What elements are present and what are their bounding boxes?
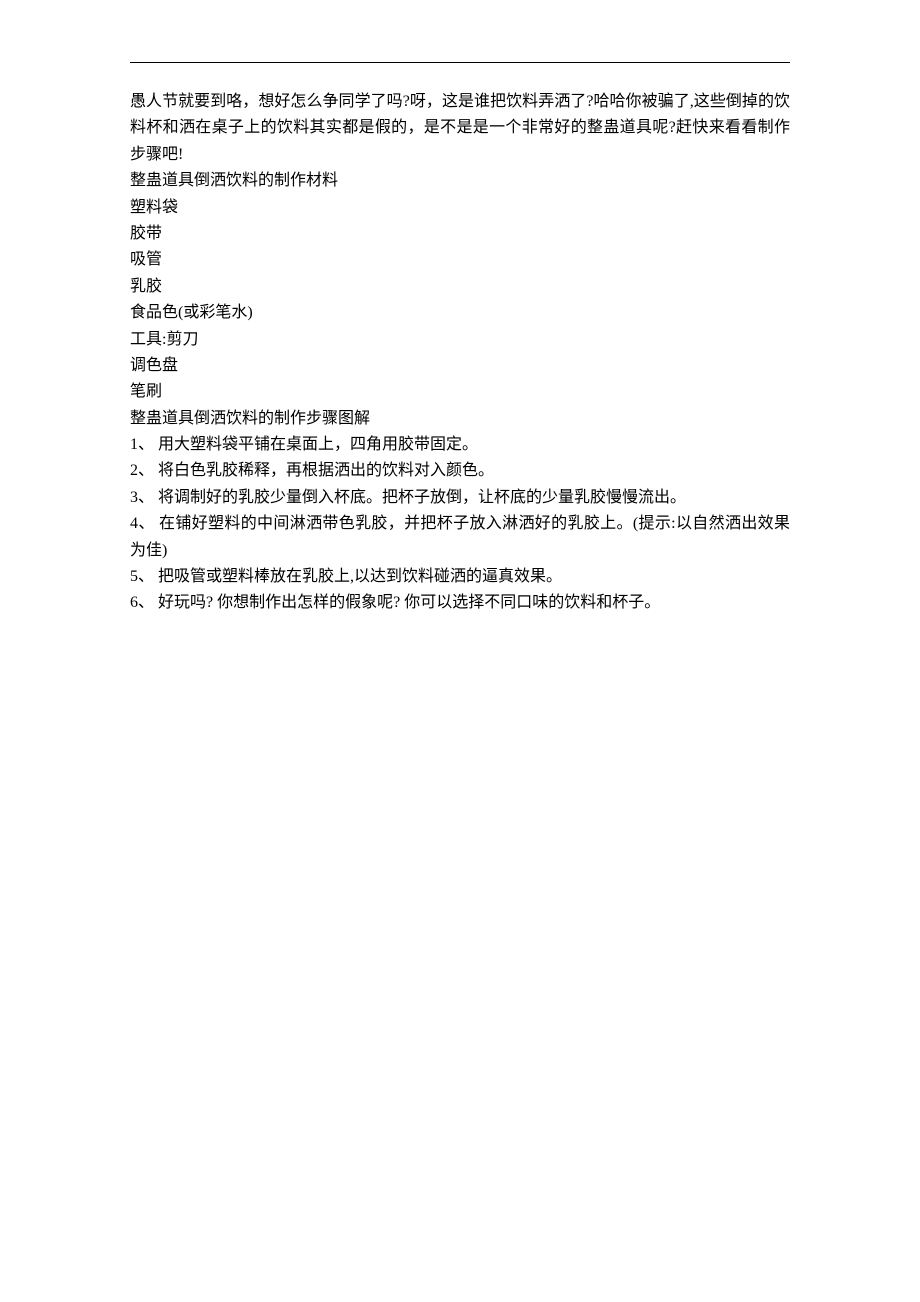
step-item: 1、 用大塑料袋平铺在桌面上，四角用胶带固定。	[130, 432, 790, 458]
material-item: 笔刷	[130, 379, 790, 405]
step-item: 5、 把吸管或塑料棒放在乳胶上,以达到饮料碰洒的逼真效果。	[130, 564, 790, 590]
step-item: 4、 在铺好塑料的中间淋洒带色乳胶，并把杯子放入淋洒好的乳胶上。(提示:以自然洒…	[130, 511, 790, 564]
steps-heading: 整蛊道具倒洒饮料的制作步骤图解	[130, 406, 790, 432]
intro-paragraph: 愚人节就要到咯，想好怎么争同学了吗?呀，这是谁把饮料弄洒了?哈哈你被骗了,这些倒…	[130, 89, 790, 168]
material-item: 工具:剪刀	[130, 327, 790, 353]
step-item: 6、 好玩吗? 你想制作出怎样的假象呢? 你可以选择不同口味的饮料和杯子。	[130, 590, 790, 616]
material-item: 塑料袋	[130, 195, 790, 221]
material-item: 乳胶	[130, 274, 790, 300]
step-item: 2、 将白色乳胶稀释，再根据洒出的饮料对入颜色。	[130, 458, 790, 484]
document-body: 愚人节就要到咯，想好怎么争同学了吗?呀，这是谁把饮料弄洒了?哈哈你被骗了,这些倒…	[130, 89, 790, 617]
step-item: 3、 将调制好的乳胶少量倒入杯底。把杯子放倒，让杯底的少量乳胶慢慢流出。	[130, 485, 790, 511]
material-item: 调色盘	[130, 353, 790, 379]
materials-heading: 整蛊道具倒洒饮料的制作材料	[130, 168, 790, 194]
material-item: 吸管	[130, 247, 790, 273]
top-divider	[130, 62, 790, 63]
material-item: 胶带	[130, 221, 790, 247]
material-item: 食品色(或彩笔水)	[130, 300, 790, 326]
